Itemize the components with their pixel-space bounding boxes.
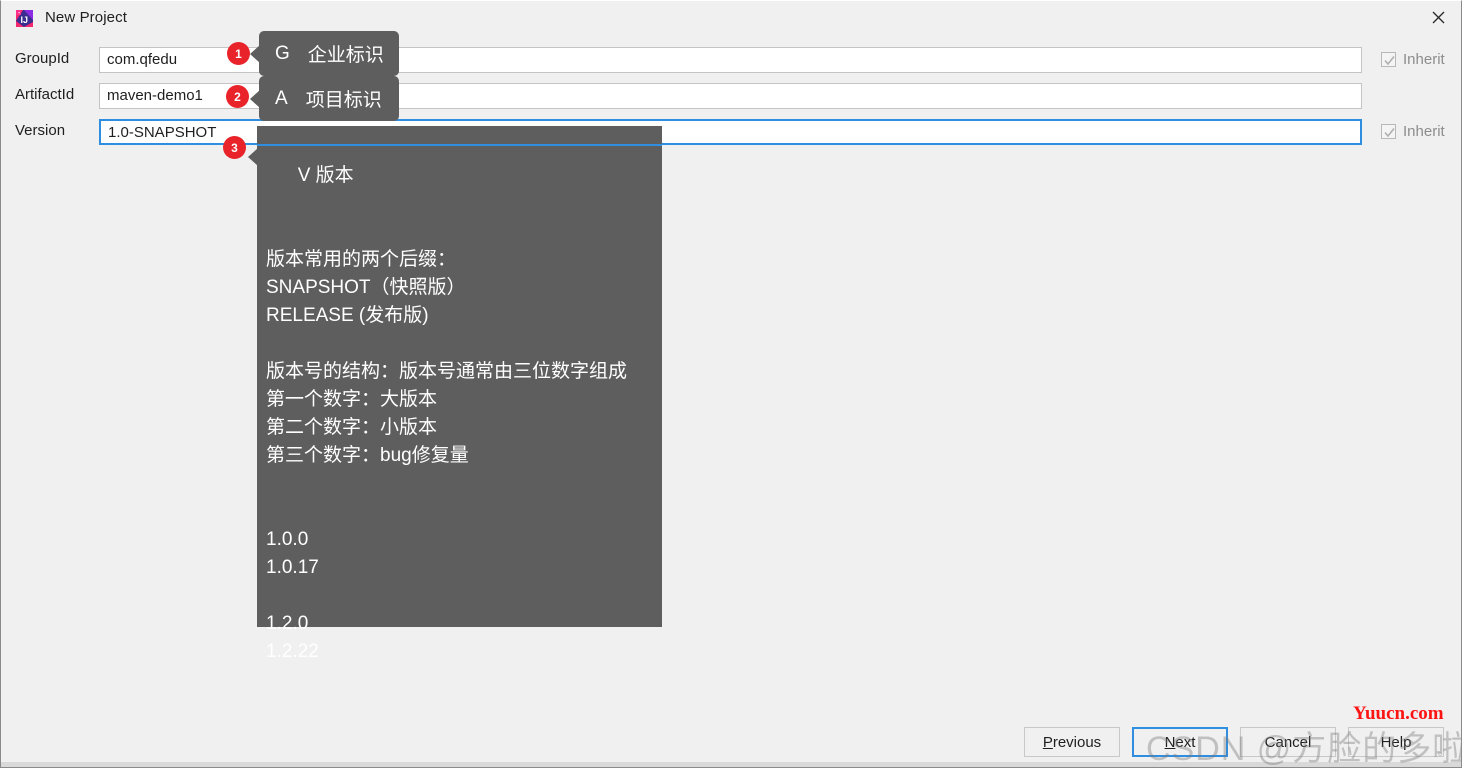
tooltip-arrow-icon [248, 148, 258, 166]
label-artifactid: ArtifactId [15, 86, 74, 103]
inherit-label-groupid: Inherit [1403, 51, 1445, 68]
tooltip-spacer [266, 498, 662, 526]
label-version: Version [15, 122, 65, 139]
yuucn-watermark: Yuucn.com [1353, 703, 1444, 725]
form-row-groupid: GroupId com.qfedu Inherit [1, 47, 1461, 73]
callout-badge-1: 1 [227, 42, 250, 65]
tooltip-version-key: V [298, 165, 311, 186]
version-inherit[interactable]: Inherit [1381, 123, 1445, 140]
tooltip-line: SNAPSHOT（快照版） [266, 274, 662, 302]
csdn-watermark-dot: 。 [1438, 743, 1449, 759]
tooltip-line: 第三个数字：bug修复量 [266, 442, 662, 470]
tooltip-line [266, 218, 662, 246]
tooltip-version-heading: V 版本 [266, 134, 662, 218]
tooltip-version-title: 版本 [316, 165, 354, 186]
window-title: New Project [45, 9, 127, 26]
tooltip-groupid-key: G [275, 43, 290, 65]
callout-badge-2: 2 [226, 85, 249, 108]
tooltip-groupid-text: 企业标识 [308, 40, 384, 67]
tooltip-line [266, 470, 662, 498]
cancel-button[interactable]: Cancel [1240, 727, 1336, 757]
tooltip-line [266, 582, 662, 610]
previous-mnemonic: P [1043, 734, 1053, 751]
tooltip-version-panel: V 版本 版本常用的两个后缀： SNAPSHOT（快照版） RELEASE (发… [257, 126, 662, 627]
callout-badge-3: 3 [223, 136, 246, 159]
tooltip-line: 第一个数字：大版本 [266, 386, 662, 414]
checkbox-inherit-groupid[interactable] [1381, 52, 1396, 67]
next-mnemonic: N [1165, 734, 1176, 751]
title-bar: IJ New Project [1, 1, 1461, 35]
label-groupid: GroupId [15, 50, 69, 67]
tooltip-artifactid-text: 项目标识 [306, 85, 382, 112]
tooltip-line [266, 330, 662, 358]
next-label-rest: ext [1175, 734, 1195, 751]
tooltip-arrow-icon [250, 90, 260, 108]
tooltip-line: 版本号的结构：版本号通常由三位数字组成 [266, 358, 662, 386]
tooltip-artifactid-key: A [275, 88, 288, 110]
svg-text:IJ: IJ [21, 15, 29, 25]
next-button[interactable]: Next [1132, 727, 1228, 757]
intellij-idea-icon: IJ [15, 9, 34, 28]
version-focus-line-bottom [257, 144, 662, 146]
previous-button[interactable]: Previous [1024, 727, 1120, 757]
tooltip-line: 版本常用的两个后缀： [266, 246, 662, 274]
inherit-label-version: Inherit [1403, 123, 1445, 140]
checkbox-inherit-version[interactable] [1381, 124, 1396, 139]
form-row-version: Version 1.0-SNAPSHOT Inherit [1, 119, 1461, 145]
tooltip-artifactid: A 项目标识 [259, 76, 399, 121]
groupid-inherit[interactable]: Inherit [1381, 51, 1445, 68]
tooltip-line: RELEASE (发布版) [266, 302, 662, 330]
help-button[interactable]: Help [1348, 727, 1444, 757]
form-row-artifactid: ArtifactId maven-demo1 [1, 83, 1461, 109]
tooltip-arrow-icon [250, 45, 260, 63]
tooltip-line: 1.0.17 [266, 554, 662, 582]
tooltip-groupid: G 企业标识 [259, 31, 399, 76]
close-icon[interactable] [1415, 1, 1461, 33]
tooltip-line: 1.2.0 [266, 610, 662, 638]
tooltip-line: 1.0.0 [266, 526, 662, 554]
previous-label-rest: revious [1053, 734, 1101, 751]
bottom-strip [1, 762, 1461, 767]
new-project-dialog: IJ New Project GroupId com.qfedu Inherit… [0, 0, 1462, 768]
tooltip-line: 1.2.22 [266, 638, 662, 666]
tooltip-line: 第二个数字：小版本 [266, 414, 662, 442]
